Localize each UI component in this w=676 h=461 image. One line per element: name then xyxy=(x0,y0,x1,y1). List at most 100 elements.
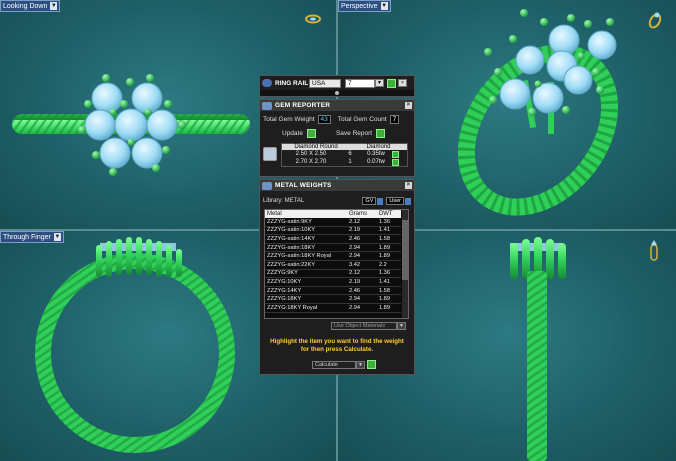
cell-metal: ZZZYG-satin:18KY Royal xyxy=(265,251,347,261)
cell-grams: 3.42 xyxy=(347,260,377,270)
cell-dwt: 1.58 xyxy=(376,286,401,296)
close-icon[interactable]: × xyxy=(405,102,412,109)
cell-grams: 2.19 xyxy=(347,226,377,236)
metal-table-container[interactable]: Metal Grams DWT ZZZYG-satin:9KY 2.12 1.36 Z… xyxy=(264,209,409,319)
total-gem-count-value: 7 xyxy=(389,115,400,124)
diamond-icon xyxy=(263,147,277,161)
calculate-button[interactable] xyxy=(366,360,376,369)
total-gem-weight-label: Total Gem Weight xyxy=(263,116,315,123)
cell-grams: 2.19 xyxy=(347,277,377,287)
cell-dwt: 1.36 xyxy=(376,269,401,279)
cell-metal: ZZZYG-satin:10KY xyxy=(265,226,347,236)
table-row[interactable]: ZZZYG:10KY 2.19 1.41 xyxy=(265,277,401,287)
cell-dwt: 1.89 xyxy=(376,303,401,313)
cell-dwt: 1.89 xyxy=(376,251,401,261)
table-row[interactable]: ZZZYG-satin:22KY 3.42 2.2 xyxy=(265,260,401,270)
cell-grams: 2.94 xyxy=(347,243,377,253)
close-icon[interactable]: × xyxy=(398,79,407,87)
gem-reporter-icon xyxy=(262,101,272,110)
cell-metal: ZZZYG:10KY xyxy=(265,277,347,287)
total-gem-weight-value: 43 xyxy=(317,115,331,124)
gem-name: Diamond Round xyxy=(294,144,338,150)
table-row[interactable]: ZZZYG-satin:9KY 2.12 1.36 xyxy=(265,218,401,227)
gem-count: 1 xyxy=(348,159,352,165)
save-report-label: Save Report xyxy=(335,130,373,137)
gem-row[interactable]: 2.50 X 2.50 6 0.35tw xyxy=(282,150,407,158)
gem-row-button[interactable] xyxy=(392,150,399,158)
total-gem-count-label: Total Gem Count xyxy=(337,116,387,123)
region-select[interactable]: USA xyxy=(309,78,341,88)
ring-rail-icon xyxy=(262,79,272,87)
use-object-materials-select[interactable]: Use Object Materials xyxy=(331,322,398,330)
cell-grams: 2.94 xyxy=(347,303,377,313)
gem-weight: 0.07tw xyxy=(367,159,385,165)
info-icon[interactable] xyxy=(377,197,384,205)
cell-metal: ZZZYG-satin:22KY xyxy=(265,260,347,270)
cell-dwt: 1.89 xyxy=(376,294,401,304)
instruction-text: Highlight the item you want to find the … xyxy=(270,338,404,353)
cell-metal: ZZZYG-satin:14KY xyxy=(265,234,347,244)
library-label: Library: METAL xyxy=(263,198,305,204)
table-row[interactable]: ZZZYG:18KY Royal 2.94 1.89 xyxy=(265,303,401,313)
gem-row-button[interactable] xyxy=(392,158,399,166)
cell-dwt: 1.41 xyxy=(376,277,401,287)
gem-reporter-title: GEM REPORTER xyxy=(275,102,331,109)
update-button[interactable] xyxy=(306,129,316,138)
cell-metal: ZZZYG:18KY xyxy=(265,294,347,304)
ring-rail-title: RING RAIL xyxy=(275,79,309,87)
cell-grams: 2.46 xyxy=(347,234,377,244)
table-row[interactable]: ZZZYG-satin:18KY 2.94 1.89 xyxy=(265,243,401,253)
gem-weight: 0.35tw xyxy=(367,151,385,157)
gem-size: 2.70 X 2.70 xyxy=(295,159,327,165)
metal-weights-title: METAL WEIGHTS xyxy=(275,182,332,189)
calculate-select[interactable]: Calculate xyxy=(312,360,356,369)
metal-weights-panel: METAL WEIGHTS × Library: METAL GV User M… xyxy=(259,179,415,375)
gv-toggle[interactable]: GV xyxy=(362,197,377,205)
gem-reporter-panel: GEM REPORTER × Total Gem Weight 43 Total… xyxy=(259,99,415,177)
cell-metal: ZZZYG-satin:18KY xyxy=(265,243,347,253)
info-icon[interactable] xyxy=(405,197,411,205)
chevron-down-icon[interactable]: ▼ xyxy=(397,322,406,330)
cell-grams: 2.46 xyxy=(347,286,377,296)
ring-size-select[interactable]: 7 xyxy=(345,78,375,88)
update-label: Update xyxy=(282,130,303,137)
user-toggle[interactable]: User xyxy=(386,197,404,205)
table-row[interactable]: ZZZYG:18KY 2.94 1.89 xyxy=(265,294,401,304)
metal-weights-header: METAL WEIGHTS × xyxy=(260,180,414,191)
cell-dwt: 1.89 xyxy=(376,243,401,253)
column-header-grams[interactable]: Grams xyxy=(347,210,377,218)
apply-ring-size-button[interactable] xyxy=(387,78,396,88)
cell-metal: ZZZYG-satin:9KY xyxy=(265,218,347,227)
column-header-dwt[interactable]: DWT xyxy=(376,210,401,218)
gem-row[interactable]: 2.70 X 2.70 1 0.07tw xyxy=(282,158,407,166)
save-report-button[interactable] xyxy=(376,129,386,138)
ring-rail-panel: RING RAIL USA 7 ▼ × xyxy=(259,75,415,97)
gem-size: 2.50 X 2.50 xyxy=(295,151,327,157)
cell-dwt: 1.41 xyxy=(376,226,401,236)
cell-grams: 2.12 xyxy=(347,269,377,279)
close-icon[interactable]: × xyxy=(405,182,412,189)
cell-dwt: 1.58 xyxy=(376,234,401,244)
cell-dwt: 1.36 xyxy=(376,218,401,227)
cell-grams: 2.94 xyxy=(347,251,377,261)
table-row[interactable]: ZZZYG:14KY 2.46 1.58 xyxy=(265,286,401,296)
chevron-down-icon[interactable]: ▼ xyxy=(356,360,365,369)
panel-grip[interactable] xyxy=(260,90,414,96)
column-header-metal[interactable]: Metal xyxy=(265,210,347,218)
table-row[interactable]: ZZZYG-satin:14KY 2.46 1.58 xyxy=(265,234,401,244)
table-row[interactable]: ZZZYG-satin:10KY 2.19 1.41 xyxy=(265,226,401,236)
chevron-down-icon[interactable]: ▼ xyxy=(375,79,384,87)
table-row[interactable]: ZZZYG:9KY 2.12 1.36 xyxy=(265,269,401,279)
metal-weights-icon xyxy=(262,181,272,190)
scrollbar[interactable] xyxy=(402,210,408,318)
cell-metal: ZZZYG:9KY xyxy=(265,269,347,279)
metal-table: Metal Grams DWT ZZZYG-satin:9KY 2.12 1.36 Z… xyxy=(265,210,401,313)
cell-metal: ZZZYG:14KY xyxy=(265,286,347,296)
gem-reporter-header: GEM REPORTER × xyxy=(260,100,414,111)
table-row[interactable]: ZZZYG-satin:18KY Royal 2.94 1.89 xyxy=(265,251,401,261)
gem-count: 6 xyxy=(348,151,352,157)
cell-grams: 2.12 xyxy=(347,218,377,227)
cell-grams: 2.94 xyxy=(347,294,377,304)
cell-dwt: 2.2 xyxy=(376,260,401,270)
gem-type: Diamond xyxy=(366,144,391,150)
